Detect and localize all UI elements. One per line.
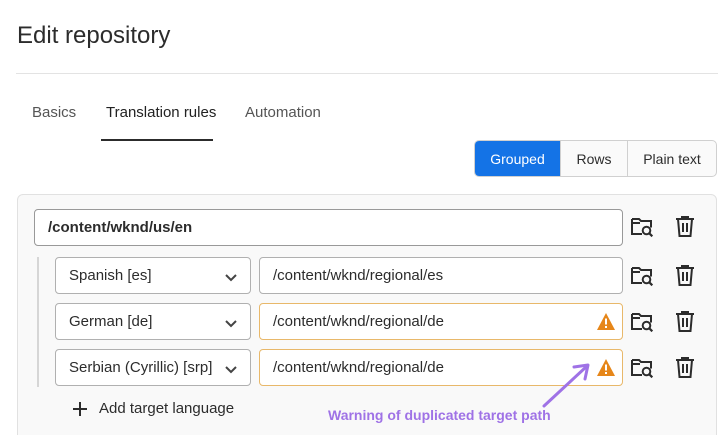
- title-divider: [16, 73, 718, 74]
- target-group-line: [37, 257, 39, 387]
- annotation-text: Warning of duplicated target path: [328, 407, 551, 423]
- source-path-value: /content/wknd/us/en: [48, 219, 193, 236]
- target-path-value: /content/wknd/regional/de: [273, 313, 444, 330]
- chevron-down-icon: [225, 274, 237, 282]
- view-toggle: Grouped Rows Plain text: [474, 140, 717, 177]
- language-select[interactable]: Serbian (Cyrillic) [srp]: [55, 349, 251, 386]
- folder-search-icon[interactable]: [630, 309, 654, 333]
- trash-icon[interactable]: [673, 309, 697, 333]
- target-path-value: /content/wknd/regional/es: [273, 267, 444, 284]
- target-path-field[interactable]: /content/wknd/regional/es: [259, 257, 623, 294]
- tab-basics[interactable]: Basics: [32, 104, 76, 121]
- tab-selected-indicator: [101, 139, 213, 141]
- trash-icon[interactable]: [673, 355, 697, 379]
- tab-automation[interactable]: Automation: [245, 104, 321, 121]
- add-target-language-button[interactable]: Add target language: [72, 400, 234, 417]
- page-title: Edit repository: [17, 22, 171, 49]
- warning-icon: [597, 313, 615, 330]
- view-grouped-button[interactable]: Grouped: [475, 141, 561, 176]
- language-select[interactable]: Spanish [es]: [55, 257, 251, 294]
- folder-search-icon[interactable]: [630, 214, 654, 238]
- trash-icon[interactable]: [673, 214, 697, 238]
- folder-search-icon[interactable]: [630, 355, 654, 379]
- target-path-field[interactable]: /content/wknd/regional/de: [259, 303, 623, 340]
- add-target-language-label: Add target language: [99, 400, 235, 417]
- tab-translation-rules[interactable]: Translation rules: [106, 104, 216, 121]
- chevron-down-icon: [225, 320, 237, 328]
- language-select-value: Spanish [es]: [69, 267, 152, 284]
- view-plain-text-button[interactable]: Plain text: [628, 141, 716, 176]
- language-select-value: Serbian (Cyrillic) [srp]: [69, 359, 213, 376]
- language-select[interactable]: German [de]: [55, 303, 251, 340]
- target-path-value: /content/wknd/regional/de: [273, 359, 444, 376]
- source-path-field[interactable]: /content/wknd/us/en: [34, 209, 623, 246]
- language-select-value: German [de]: [69, 313, 153, 330]
- annotation-arrow-icon: [542, 363, 590, 408]
- folder-search-icon[interactable]: [630, 263, 654, 287]
- chevron-down-icon: [225, 366, 237, 374]
- plus-icon: [73, 401, 87, 416]
- trash-icon[interactable]: [673, 263, 697, 287]
- view-rows-button[interactable]: Rows: [561, 141, 628, 176]
